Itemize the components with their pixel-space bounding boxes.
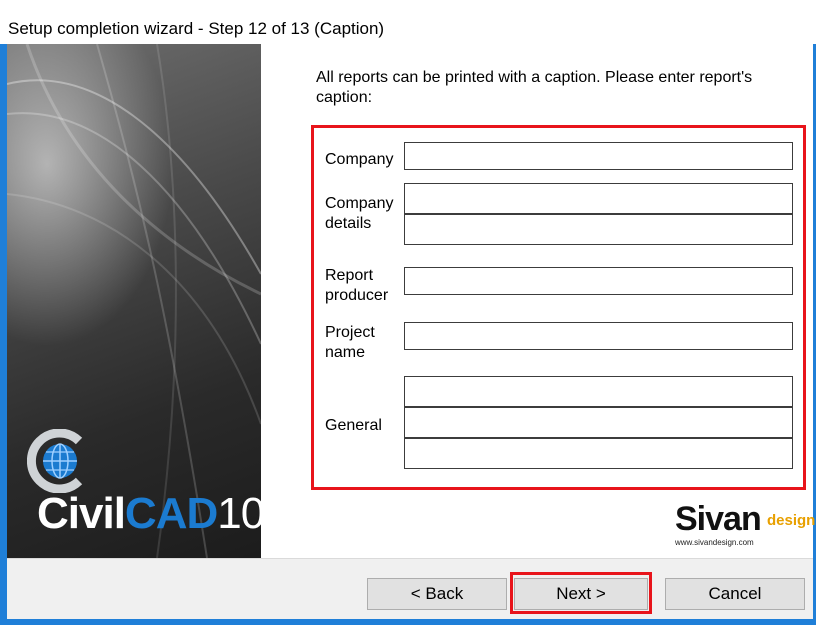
wizard-content: All reports can be printed with a captio… <box>261 44 815 558</box>
back-button[interactable]: < Back <box>367 578 507 610</box>
company-input[interactable] <box>404 142 793 170</box>
sivan-logo-suffix: design <box>767 512 816 529</box>
company-label: Company <box>325 151 394 168</box>
cancel-button[interactable]: Cancel <box>665 578 805 610</box>
civilcad-logo: CivilCAD10 <box>27 429 261 554</box>
sivan-logo-url: www.sivandesign.com <box>675 538 754 547</box>
side-banner: CivilCAD10 <box>7 44 261 558</box>
general-input-2[interactable] <box>404 407 793 438</box>
project-name-label: Project name <box>325 324 375 361</box>
sivan-design-logo: Sivan design www.sivandesign.com <box>675 500 815 550</box>
company-details-label: Company details <box>325 195 394 232</box>
general-label: General <box>325 417 382 434</box>
report-producer-input[interactable] <box>404 267 793 295</box>
sivan-logo-text: Sivan <box>675 500 762 538</box>
product-name-civil: Civil <box>37 489 126 538</box>
instruction-text: All reports can be printed with a captio… <box>316 69 753 106</box>
product-name: CivilCAD10 <box>37 489 261 539</box>
company-details-input-1[interactable] <box>404 183 793 214</box>
general-input-3[interactable] <box>404 438 793 469</box>
report-producer-label: Report producer <box>325 267 389 304</box>
general-input-1[interactable] <box>404 376 793 407</box>
product-name-cad: CAD <box>124 489 218 538</box>
next-button[interactable]: Next > <box>514 578 648 610</box>
caption-form-highlight: Company Company details Report producer … <box>311 125 806 490</box>
footer-divider <box>7 558 813 559</box>
title-bar: Setup completion wizard - Step 12 of 13 … <box>0 0 816 44</box>
globe-icon <box>27 429 83 493</box>
window-title: Setup completion wizard - Step 12 of 13 … <box>8 19 385 38</box>
wizard-window: Setup completion wizard - Step 12 of 13 … <box>0 0 816 625</box>
product-version: 10 <box>217 489 261 538</box>
project-name-input[interactable] <box>404 322 793 350</box>
company-details-input-2[interactable] <box>404 214 793 245</box>
